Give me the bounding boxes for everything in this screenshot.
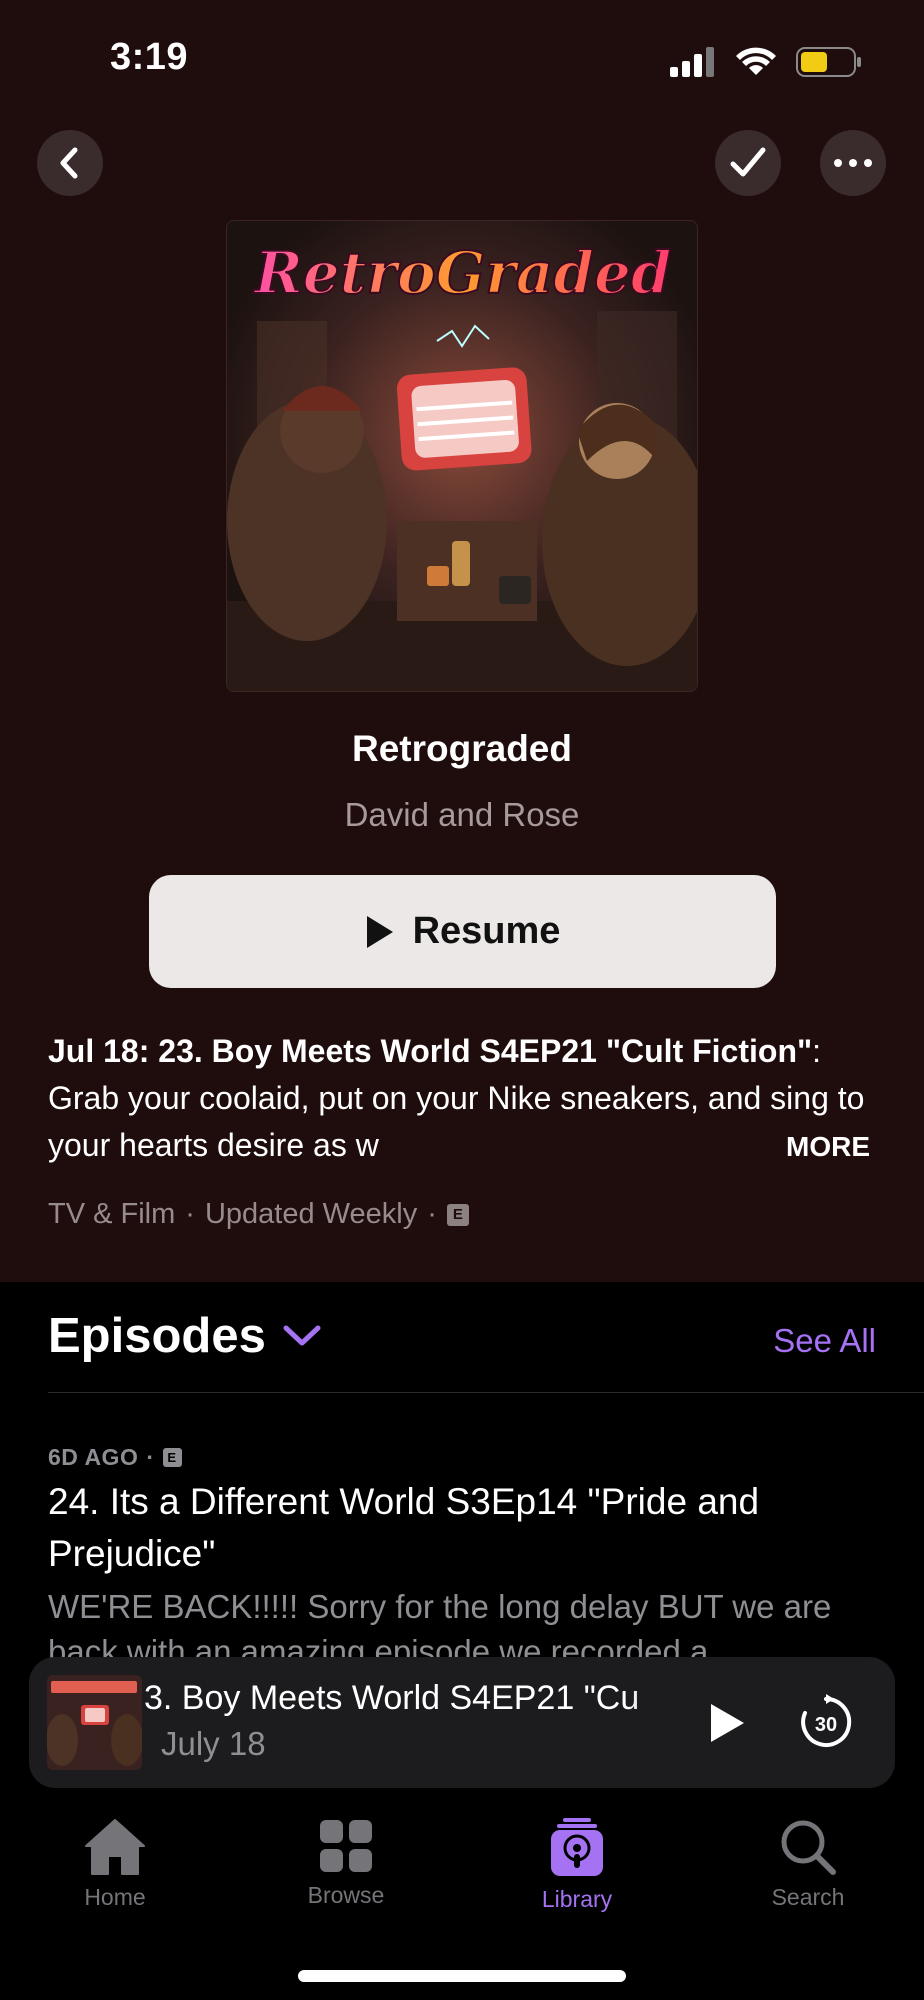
checkmark-icon [730, 147, 766, 177]
mini-player-play-button[interactable] [699, 1695, 755, 1751]
chevron-down-icon [283, 1325, 321, 1346]
tab-home[interactable]: Home [25, 1818, 205, 1911]
mini-player-date: July 18 [161, 1725, 266, 1762]
episodes-filter-button[interactable]: Episodes [48, 1308, 322, 1364]
show-title: Retrograded [352, 728, 572, 769]
home-indicator[interactable] [298, 1970, 626, 1982]
description-headline: Jul 18: 23. Boy Meets World S4EP21 "Cult… [48, 1033, 813, 1069]
tab-label: Home [84, 1884, 146, 1910]
episodes-title: Episodes [48, 1309, 266, 1363]
grid-icon [320, 1820, 372, 1872]
mini-player[interactable]: 3. Boy Meets World S4EP21 "Cu July 18 30 [29, 1657, 895, 1788]
skip-forward-button[interactable]: 30 [797, 1693, 855, 1751]
resume-button[interactable]: Resume [149, 875, 776, 988]
cellular-signal-icon [670, 47, 714, 77]
status-bar: 3:19 [0, 0, 924, 110]
mini-player-artwork [47, 1675, 142, 1770]
status-icons [670, 42, 862, 82]
back-button[interactable] [37, 130, 103, 196]
tab-label: Search [771, 1884, 845, 1910]
meta-separator: · [427, 1198, 437, 1230]
tab-browse[interactable]: Browse [256, 1818, 436, 1909]
battery-icon [796, 47, 861, 77]
show-author[interactable]: David and Rose [0, 796, 924, 834]
podcast-library-icon [551, 1818, 603, 1876]
see-all-link[interactable]: See All [773, 1322, 876, 1360]
tab-label: Browse [307, 1882, 385, 1908]
show-category: TV & Film [48, 1198, 176, 1230]
resume-label: Resume [412, 910, 561, 952]
meta-separator: · [146, 1444, 155, 1470]
tab-library[interactable]: Library [487, 1818, 667, 1913]
divider [48, 1392, 924, 1393]
search-icon [781, 1820, 836, 1875]
wifi-icon [736, 47, 776, 75]
meta-separator: · [185, 1198, 195, 1230]
show-meta: TV & Film · Updated Weekly · E [48, 1198, 469, 1231]
more-button[interactable]: MORE [786, 1131, 870, 1163]
artwork-logo: RetroGraded [253, 239, 672, 307]
tab-label: Library [541, 1886, 613, 1912]
episode-age: 6D AGO [48, 1444, 139, 1470]
show-frequency: Updated Weekly [204, 1198, 418, 1230]
more-options-button[interactable] [820, 130, 886, 196]
tab-search[interactable]: Search [718, 1818, 898, 1911]
explicit-badge: E [446, 1203, 469, 1226]
status-time: 3:19 [110, 36, 189, 78]
chevron-left-icon [60, 147, 78, 179]
play-icon [711, 1704, 744, 1742]
mini-title-fade [629, 1673, 709, 1723]
skip-value: 30 [815, 1714, 837, 1736]
mini-player-title: 3. Boy Meets World S4EP21 "Cu [144, 1679, 640, 1717]
explicit-badge: E [162, 1448, 182, 1467]
ellipsis-icon [834, 159, 872, 167]
skip-forward-30-icon: 30 [801, 1694, 852, 1747]
play-icon [366, 915, 393, 948]
episode-meta: 6D AGO · E [48, 1444, 182, 1471]
follow-button[interactable] [715, 130, 781, 196]
description-fade [690, 1122, 790, 1169]
podcast-artwork[interactable]: RetroGraded [226, 220, 698, 692]
episode-title: 24. Its a Different World S3Ep14 "Pride … [48, 1481, 760, 1574]
home-icon [85, 1819, 145, 1875]
